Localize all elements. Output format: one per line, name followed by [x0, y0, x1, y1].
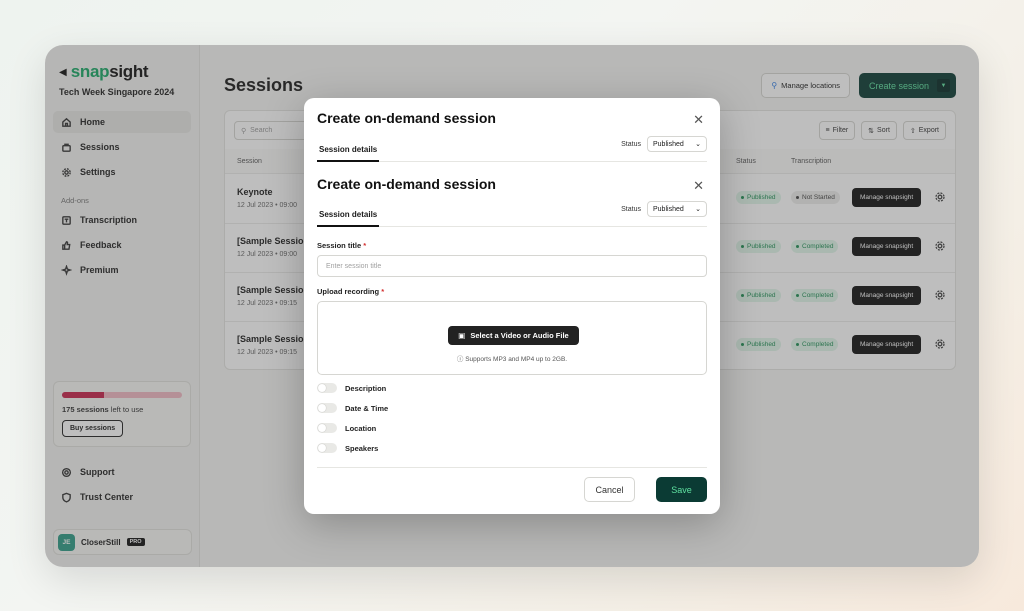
upload-label: Upload recording * — [317, 287, 385, 296]
modal-footer: Cancel Save — [317, 467, 707, 502]
close-icon[interactable]: ✕ — [693, 178, 704, 194]
file-upload-icon: ▣ — [458, 331, 466, 340]
modal-header-background: Create on-demand session ✕ — [317, 110, 707, 128]
upload-note: ⓘ Supports MP3 and MP4 up to 2GB. — [456, 356, 568, 363]
session-title-label: Session title * — [317, 241, 367, 250]
status-select[interactable]: Published ⌄ — [647, 136, 707, 152]
upload-field: Upload recording * ▣ Select a Video or A… — [317, 287, 707, 375]
session-title-input[interactable]: Enter session title — [317, 255, 707, 277]
toggle-speakers[interactable]: Speakers — [317, 438, 707, 458]
modal-tabs: Session details Status Published ⌄ — [317, 201, 707, 227]
toggle-switch[interactable] — [317, 423, 337, 433]
status-label: Status — [621, 140, 641, 148]
modal-title: Create on-demand session — [317, 176, 496, 192]
status-label: Status — [621, 205, 641, 213]
tab-session-details[interactable]: Session details — [317, 145, 380, 162]
modal-header: Create on-demand session ✕ — [317, 176, 707, 194]
create-session-modal: Create on-demand session ✕ Session detai… — [304, 98, 720, 514]
toggle-list: Description Date & Time Location Speaker… — [317, 378, 707, 458]
toggle-date-time[interactable]: Date & Time — [317, 398, 707, 418]
toggle-description[interactable]: Description — [317, 378, 707, 398]
close-icon[interactable]: ✕ — [693, 112, 704, 128]
upload-dropzone[interactable]: ▣ Select a Video or Audio File ⓘ Support… — [317, 301, 707, 375]
toggle-switch[interactable] — [317, 443, 337, 453]
save-button[interactable]: Save — [656, 477, 707, 502]
chevron-down-icon: ⌄ — [695, 206, 701, 213]
cancel-button[interactable]: Cancel — [584, 477, 635, 502]
select-file-button[interactable]: ▣ Select a Video or Audio File — [448, 326, 579, 345]
button-label: Select a Video or Audio File — [470, 331, 569, 340]
chevron-down-icon: ⌄ — [695, 141, 701, 148]
status-select[interactable]: Published ⌄ — [647, 201, 707, 217]
session-title-field: Session title * Enter session title — [317, 241, 707, 277]
modal-title: Create on-demand session — [317, 110, 496, 126]
toggle-switch[interactable] — [317, 383, 337, 393]
toggle-location[interactable]: Location — [317, 418, 707, 438]
toggle-switch[interactable] — [317, 403, 337, 413]
tab-session-details[interactable]: Session details — [317, 210, 380, 227]
modal-tabs-background: Session details Status Published ⌄ — [317, 136, 707, 162]
